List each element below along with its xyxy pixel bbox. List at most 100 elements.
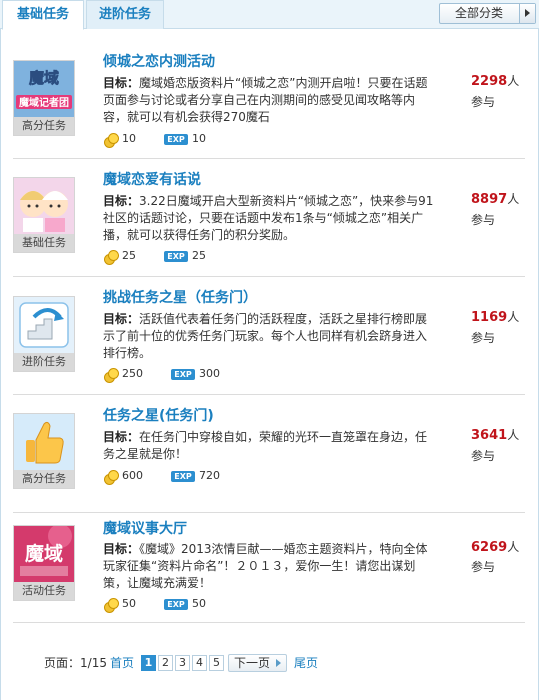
task-goal-text: 活跃值代表着任务门的活跃程度，活跃之星排行榜即展示了前十位的优秀任务门玩家。每个… (103, 312, 428, 360)
task-goal-text: 3.22日魔域开启大型新资料片“倾城之恋”，快来参与91社区的话题讨论，只要在话… (103, 194, 434, 242)
exp-icon: EXP (164, 598, 188, 610)
task-rewards: 10 EXP 10 (103, 131, 206, 148)
task-goal-label: 目标： (103, 430, 140, 444)
task-goal-label: 目标： (103, 312, 140, 326)
participant-label: 参与 (471, 213, 496, 227)
participant-number: 6269 (471, 540, 508, 555)
coin-icon (103, 597, 119, 613)
participant-unit: 人 (507, 192, 520, 206)
participant-label: 参与 (471, 449, 496, 463)
coin-icon (103, 132, 119, 148)
task-title[interactable]: 倾城之恋内测活动 (103, 51, 215, 71)
participant-unit: 人 (507, 310, 520, 324)
participant-number: 8897 (471, 192, 508, 207)
task-goal-label: 目标： (103, 194, 140, 208)
task-category-label: 进阶任务 (14, 353, 74, 371)
first-page-link[interactable]: 首页 (110, 654, 134, 672)
task-description: 目标：3.22日魔域开启大型新资料片“倾城之恋”，快来参与91社区的话题讨论，只… (103, 193, 438, 244)
task-title[interactable]: 挑战任务之星（任务门） (103, 287, 257, 307)
task-rewards: 250 EXP 300 (103, 366, 220, 383)
participant-unit: 人 (507, 540, 520, 554)
task-title[interactable]: 魔域恋爱有话说 (103, 169, 201, 189)
task-category-label: 高分任务 (14, 470, 74, 488)
exp-reward: 25 (192, 249, 206, 262)
page-button-4[interactable]: 4 (192, 655, 207, 671)
next-page-button[interactable]: 下一页 (228, 654, 288, 672)
participant-unit: 人 (507, 428, 520, 442)
task-title[interactable]: 任务之星(任务门) (103, 405, 214, 425)
coin-reward: 250 (122, 367, 143, 380)
task-thumbnail-image (14, 178, 74, 234)
task-goal-text: 魔域婚恋版资料片“倾城之恋”内测开启啦！只要在话题页面参与讨论或者分享自己在内测… (103, 76, 428, 124)
page-label: 页面： (44, 656, 81, 670)
thumb-logo-text: 魔域 (25, 542, 63, 565)
category-select[interactable]: 全部分类 (439, 3, 536, 24)
exp-icon: EXP (164, 250, 188, 262)
coin-reward: 600 (122, 469, 143, 482)
coin-reward: 10 (122, 132, 136, 145)
page-current-indicator: 1/15 (80, 656, 107, 670)
coin-reward: 25 (122, 249, 136, 262)
task-category-label: 高分任务 (14, 117, 74, 135)
page-button-2[interactable]: 2 (158, 655, 173, 671)
svg-text:魔域: 魔域 (29, 69, 59, 87)
participant-label: 参与 (471, 331, 496, 345)
task-rewards: 25 EXP 25 (103, 248, 206, 265)
task-rewards: 600 EXP 720 (103, 468, 220, 485)
task-description: 目标：活跃值代表着任务门的活跃程度，活跃之星排行榜即展示了前十位的优秀任务门玩家… (103, 311, 438, 362)
task-item: 基础任务 魔域恋爱有话说 目标：3.22日魔域开启大型新资料片“倾城之恋”，快来… (13, 159, 525, 277)
task-rewards: 50 EXP 50 (103, 596, 206, 613)
participant-label: 参与 (471, 95, 496, 109)
task-thumbnail[interactable]: 魔域 魔域记者团 高分任务 (13, 60, 75, 136)
exp-icon: EXP (171, 470, 195, 482)
category-select-value: 全部分类 (454, 6, 503, 20)
participant-count: 3641人 (471, 426, 519, 443)
task-item: 魔域 魔域记者团 高分任务 倾城之恋内测活动 目标：魔域婚恋版资料片“倾城之恋”… (13, 41, 525, 159)
participant-number: 1169 (471, 310, 508, 325)
task-goal-label: 目标： (103, 76, 140, 90)
task-item: 进阶任务 挑战任务之星（任务门） 目标：活跃值代表着任务门的活跃程度，活跃之星排… (13, 277, 525, 395)
last-page-link[interactable]: 尾页 (294, 654, 318, 672)
exp-reward: 50 (192, 597, 206, 610)
task-thumbnail-image (14, 297, 74, 353)
task-thumbnail[interactable]: 基础任务 (13, 177, 75, 253)
task-goal-text: 《魔域》2013浓情巨献——婚恋主题资料片，特向全体玩家征集“资料片命名”！２０… (103, 542, 428, 590)
participant-count: 8897人 (471, 190, 519, 207)
task-title[interactable]: 魔域议事大厅 (103, 518, 187, 538)
exp-reward: 300 (199, 367, 220, 380)
task-description: 目标：魔域婚恋版资料片“倾城之恋”内测开启啦！只要在话题页面参与讨论或者分享自己… (103, 75, 438, 126)
coin-icon (103, 469, 119, 485)
tab-advanced-tasks[interactable]: 进阶任务 (86, 0, 164, 29)
task-thumbnail-image: 魔域 (14, 526, 74, 582)
exp-icon: EXP (164, 133, 188, 145)
task-item: 高分任务 任务之星(任务门) 目标：在任务门中穿梭自如，荣耀的光环一直笼罩在身边… (13, 395, 525, 513)
exp-icon: EXP (171, 368, 195, 380)
task-category-label: 活动任务 (14, 582, 74, 600)
page-button-3[interactable]: 3 (175, 655, 190, 671)
coin-icon (103, 249, 119, 265)
coin-icon (103, 367, 119, 383)
thumb-logo-text: 魔域记者团 (19, 96, 69, 109)
task-thumbnail[interactable]: 魔域 活动任务 (13, 525, 75, 601)
participant-count: 2298人 (471, 72, 519, 89)
top-bar: 基础任务 进阶任务 全部分类 (0, 0, 539, 30)
task-goal-text: 在任务门中穿梭自如，荣耀的光环一直笼罩在身边，任务之星就是你！ (103, 430, 428, 461)
participant-number: 3641 (471, 428, 508, 443)
page-button-1[interactable]: 1 (141, 655, 156, 671)
task-description: 目标：在任务门中穿梭自如，荣耀的光环一直笼罩在身边，任务之星就是你！ (103, 429, 438, 463)
exp-reward: 720 (199, 469, 220, 482)
task-goal-label: 目标： (103, 542, 140, 556)
task-thumbnail-image: 魔域 魔域记者团 (14, 61, 74, 117)
page-button-5[interactable]: 5 (209, 655, 224, 671)
dropdown-arrow-icon[interactable] (519, 4, 535, 23)
participant-label: 参与 (471, 560, 496, 574)
participant-number: 2298 (471, 74, 508, 89)
coin-reward: 50 (122, 597, 136, 610)
task-thumbnail[interactable]: 高分任务 (13, 413, 75, 489)
task-thumbnail[interactable]: 进阶任务 (13, 296, 75, 372)
tab-basic-tasks[interactable]: 基础任务 (2, 0, 84, 30)
participant-count: 1169人 (471, 308, 519, 325)
task-category-label: 基础任务 (14, 234, 74, 252)
participant-unit: 人 (507, 74, 520, 88)
task-thumbnail-image (14, 414, 74, 470)
